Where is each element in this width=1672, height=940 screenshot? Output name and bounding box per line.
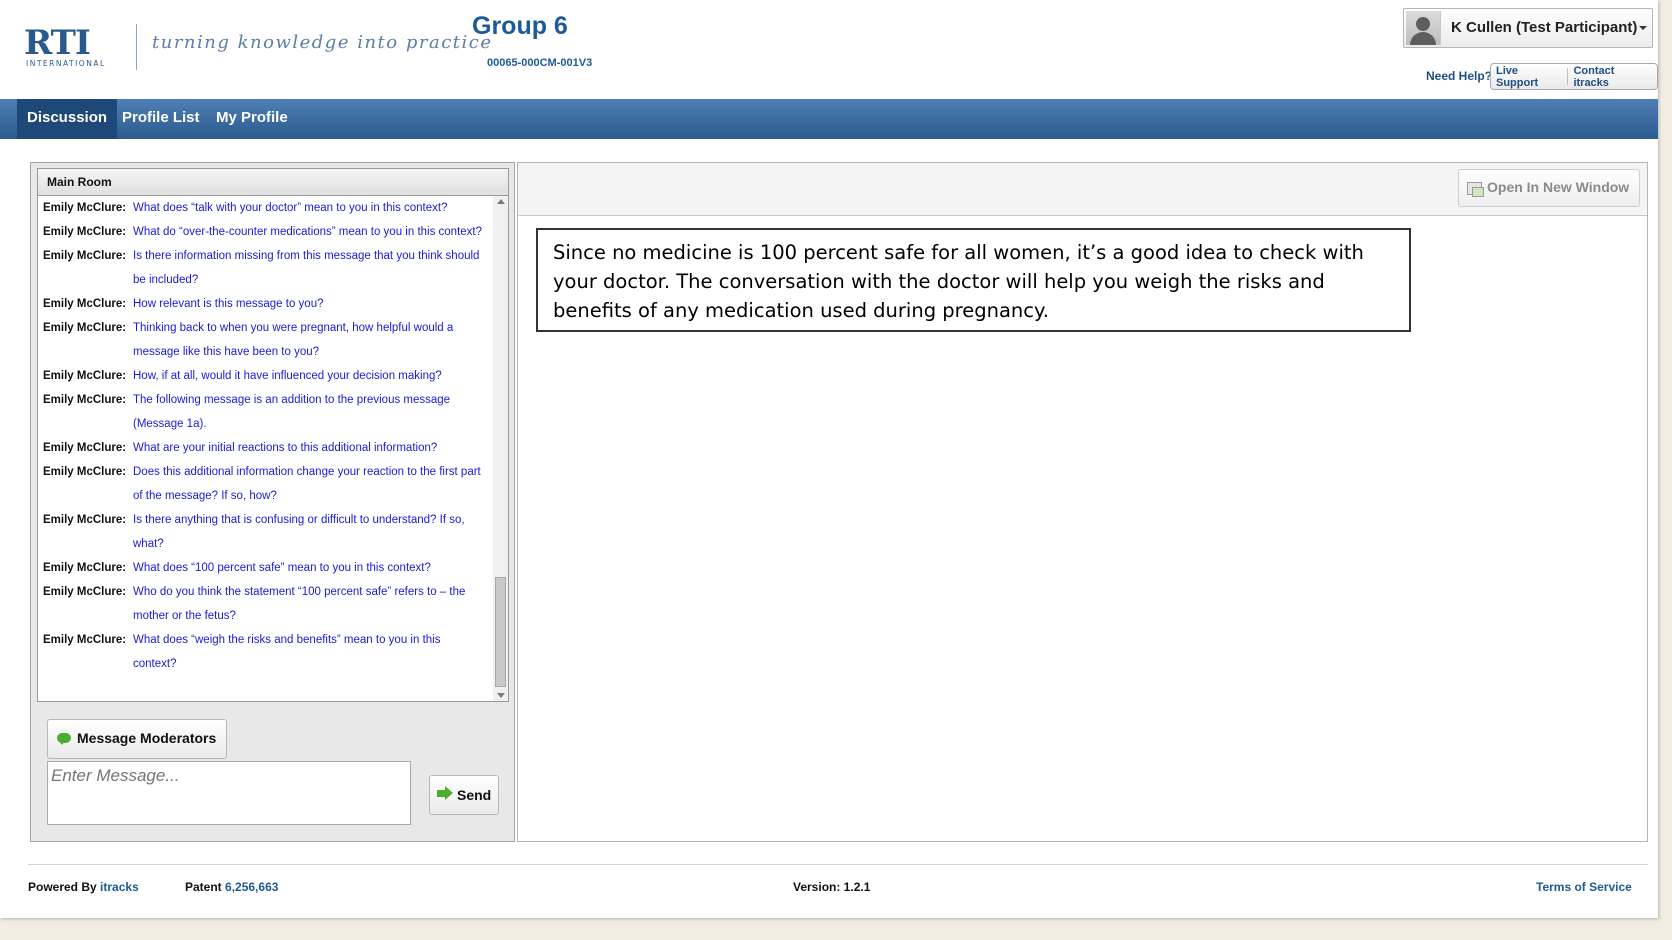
- message-author: Emily McClure:: [43, 514, 127, 526]
- chat-message: Emily McClure: Who do you think the state…: [43, 580, 483, 628]
- chat-message: Emily McClure: What are your initial reac…: [43, 436, 483, 460]
- tagline: turning knowledge into practice: [152, 32, 493, 53]
- chat-message-list[interactable]: Emily McClure: What does “talk with your …: [38, 196, 493, 701]
- patent-link[interactable]: 6,256,663: [225, 880, 278, 894]
- footer-divider: [28, 864, 1648, 865]
- chat-message: Emily McClure: How relevant is this messa…: [43, 292, 483, 316]
- scroll-down-icon[interactable]: [497, 693, 505, 698]
- chat-message: Emily McClure: Is there anything that is …: [43, 508, 483, 556]
- message-text: The following message is an addition to …: [133, 394, 451, 430]
- message-text: How, if at all, would it have influenced…: [133, 370, 442, 382]
- powered-by-label: Powered By: [28, 880, 97, 894]
- room-title: Main Room: [47, 175, 112, 189]
- terms-of-service-link[interactable]: Terms of Service: [1536, 880, 1632, 894]
- message-author: Emily McClure:: [43, 370, 127, 382]
- message-text: How relevant is this message to you?: [133, 298, 324, 310]
- open-new-window-button[interactable]: Open In New Window: [1458, 169, 1640, 207]
- chat-message: Emily McClure: What does “weigh the risks…: [43, 628, 483, 676]
- user-menu[interactable]: K Cullen (Test Participant): [1403, 8, 1653, 48]
- message-author: Emily McClure:: [43, 442, 127, 454]
- version-text: Version: 1.2.1: [793, 880, 871, 894]
- message-author: Emily McClure:: [43, 202, 127, 214]
- main-nav: Discussion Profile List My Profile: [0, 99, 1658, 139]
- send-button[interactable]: Send: [429, 775, 499, 815]
- chat-message: Emily McClure: Is there information missi…: [43, 244, 483, 292]
- scroll-thumb[interactable]: [495, 577, 506, 687]
- chat-message: Emily McClure: How, if at all, would it h…: [43, 364, 483, 388]
- message-moderators-label: Message Moderators: [77, 730, 217, 746]
- speech-bubble-icon: [57, 733, 71, 745]
- logo-text: RTI: [24, 23, 91, 63]
- chat-message: Emily McClure: What does “100 percent saf…: [43, 556, 483, 580]
- help-buttons: Live Support Contact itracks: [1490, 63, 1658, 90]
- itracks-link[interactable]: itracks: [100, 880, 139, 894]
- message-author: Emily McClure:: [43, 394, 127, 406]
- logo-subtext: INTERNATIONAL: [26, 59, 106, 68]
- message-text: Does this additional information change …: [133, 466, 481, 502]
- message-text: What does “100 percent safe” mean to you…: [133, 562, 431, 574]
- send-label: Send: [457, 787, 492, 803]
- chat-message: Emily McClure: Thinking back to when you …: [43, 316, 483, 364]
- stimulus-panel: Open In New Window Since no medicine is …: [517, 162, 1648, 842]
- chat-message: Emily McClure: The following message is a…: [43, 388, 483, 436]
- user-name: K Cullen (Test Participant): [1451, 19, 1638, 36]
- stimulus-toolbar: Open In New Window: [518, 163, 1647, 216]
- group-title: Group 6: [472, 12, 568, 40]
- tab-profile-list[interactable]: Profile List: [122, 99, 200, 139]
- message-author: Emily McClure:: [43, 586, 127, 598]
- logo-divider: [136, 24, 137, 70]
- contact-itracks-button[interactable]: Contact itracks: [1568, 65, 1657, 89]
- stimulus-message: Since no medicine is 100 percent safe fo…: [536, 228, 1411, 332]
- message-author: Emily McClure:: [43, 562, 127, 574]
- app-window: RTI INTERNATIONAL turning knowledge into…: [0, 0, 1658, 918]
- room-header: Main Room: [38, 169, 508, 196]
- group-code: 00065-000CM-001V3: [487, 57, 593, 69]
- patent-label: Patent: [185, 880, 222, 894]
- chat-room: Main Room Emily McClure: What does “talk …: [37, 168, 509, 702]
- open-new-window-label: Open In New Window: [1487, 179, 1630, 195]
- message-author: Emily McClure:: [43, 634, 127, 646]
- rti-logo[interactable]: RTI INTERNATIONAL: [24, 26, 124, 68]
- tab-discussion[interactable]: Discussion: [17, 99, 118, 139]
- message-text: Who do you think the statement “100 perc…: [133, 586, 466, 622]
- message-text: Is there information missing from this m…: [133, 250, 480, 286]
- scroll-up-icon[interactable]: [497, 199, 505, 204]
- message-author: Emily McClure:: [43, 250, 127, 262]
- powered-by: Powered By itracks: [28, 880, 139, 894]
- arrow-right-icon: [437, 786, 453, 800]
- patent: Patent 6,256,663: [185, 880, 278, 894]
- chevron-down-icon: [1639, 26, 1647, 30]
- chat-panel: Main Room Emily McClure: What does “talk …: [30, 162, 515, 842]
- chat-message: Emily McClure: What do “over-the-counter …: [43, 220, 483, 244]
- message-text: What does “weigh the risks and benefits”…: [133, 634, 441, 670]
- message-text: Is there anything that is confusing or d…: [133, 514, 465, 550]
- message-text: What do “over-the-counter medications” m…: [133, 226, 483, 238]
- avatar-icon: [1406, 11, 1441, 45]
- message-text: What does “talk with your doctor” mean t…: [133, 202, 448, 214]
- message-author: Emily McClure:: [43, 322, 127, 334]
- message-author: Emily McClure:: [43, 298, 127, 310]
- message-text: Thinking back to when you were pregnant,…: [133, 322, 454, 358]
- message-author: Emily McClure:: [43, 466, 127, 478]
- tab-my-profile[interactable]: My Profile: [216, 99, 288, 139]
- chat-scrollbar[interactable]: [493, 196, 508, 701]
- need-help-label: Need Help?: [1426, 69, 1493, 83]
- chat-message: Emily McClure: Does this additional infor…: [43, 460, 483, 508]
- live-support-button[interactable]: Live Support: [1491, 65, 1567, 89]
- new-window-icon: [1467, 182, 1484, 197]
- message-input[interactable]: [47, 761, 411, 825]
- message-text: What are your initial reactions to this …: [133, 442, 438, 454]
- chat-message: Emily McClure: What does “talk with your …: [43, 196, 483, 220]
- message-moderators-button[interactable]: Message Moderators: [47, 719, 227, 759]
- message-author: Emily McClure:: [43, 226, 127, 238]
